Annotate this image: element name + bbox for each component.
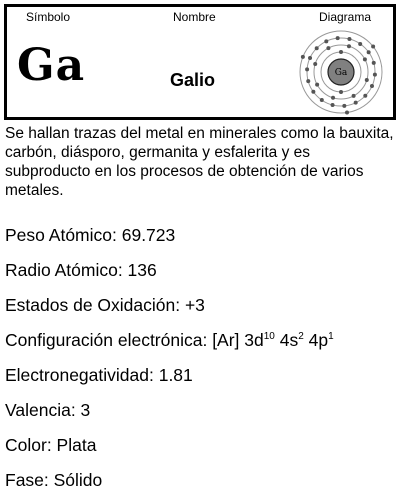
config-4p-exponent: 1 <box>328 331 334 342</box>
electron <box>308 55 313 60</box>
electron <box>311 89 316 94</box>
electron <box>300 54 305 59</box>
atomic-weight: Peso Atómico: 69.723 <box>5 225 176 245</box>
electron <box>314 46 319 51</box>
electron <box>372 72 377 77</box>
electron <box>306 79 311 84</box>
valence: Valencia: 3 <box>5 400 91 420</box>
phase: Fase: Sólido <box>5 470 103 490</box>
electron <box>366 50 371 55</box>
electron-configuration: Configuración electrónica: [Ar] 3d10 4s2… <box>5 328 397 363</box>
electron <box>346 44 351 49</box>
element-symbol: Ga <box>17 40 86 91</box>
electronegativity: Electronegatividad: 1.81 <box>5 365 193 385</box>
config-4p: 4p <box>303 330 329 350</box>
electron <box>362 57 367 62</box>
color: Color: Plata <box>5 435 97 455</box>
property-list: Peso Atómico: 69.723 Radio Atómico: 136 … <box>5 223 397 503</box>
electron <box>331 95 336 100</box>
electron <box>363 93 368 98</box>
electron <box>351 93 356 98</box>
electron <box>330 102 335 107</box>
electron <box>339 90 343 94</box>
oxidation-states: Estados de Oxidación: +3 <box>5 295 205 315</box>
electron <box>335 36 340 41</box>
electron <box>342 103 347 108</box>
config-3d-exponent: 10 <box>263 331 275 342</box>
atomic-radius: Radio Atómico: 136 <box>5 260 157 280</box>
element-description: Se hallan trazas del metal en minerales … <box>5 125 394 199</box>
config-prefix: Configuración electrónica: [Ar] 3d <box>5 330 264 350</box>
electron <box>371 60 376 65</box>
bohr-diagram: Ga <box>299 30 383 115</box>
electron <box>371 44 376 49</box>
config-4s: 4s <box>274 330 299 350</box>
symbol-header: Símbolo <box>26 10 71 24</box>
electron <box>324 39 329 44</box>
electron <box>345 110 350 115</box>
name-header: Nombre <box>173 10 216 24</box>
electron <box>315 82 320 87</box>
electron <box>358 41 363 46</box>
electron <box>339 50 343 54</box>
electron <box>305 67 310 72</box>
nucleus-symbol: Ga <box>335 68 348 78</box>
element-card: Símbolo Nombre Diagrama Ga Galio Ga <box>4 4 396 120</box>
diagram-header: Diagrama <box>319 10 372 24</box>
element-name: Galio <box>170 70 216 90</box>
electron <box>347 37 352 42</box>
electron <box>364 77 369 82</box>
electron <box>326 46 331 51</box>
electron <box>353 100 358 105</box>
electron <box>369 84 374 89</box>
electron <box>319 98 324 103</box>
electron <box>313 62 318 67</box>
